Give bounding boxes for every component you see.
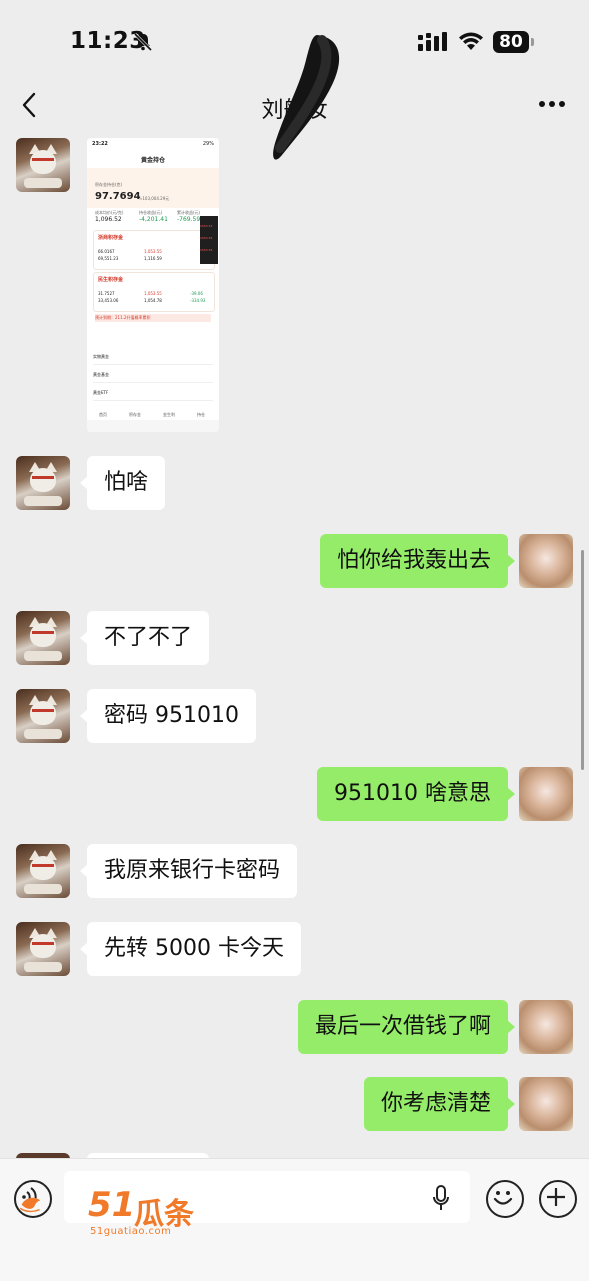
shot-bank1-name: 浙商积存金 xyxy=(98,235,124,241)
outgoing-message[interactable]: 最后一次借钱了啊 xyxy=(297,1000,516,1054)
shot-row-etf: 黄金ETF xyxy=(93,386,213,401)
shot-warning: 预计到期：211.2升值概率累积 xyxy=(95,314,211,322)
my-avatar[interactable] xyxy=(519,534,573,588)
watermark-logo-icon xyxy=(19,1197,41,1213)
shot-bank2-acc: -334.93 xyxy=(190,298,206,303)
contact-avatar[interactable] xyxy=(16,689,70,743)
shot-title: 黄金持仓 xyxy=(140,157,165,164)
shot-popup-price-3: 1053.55 xyxy=(200,248,213,252)
battery-tip xyxy=(531,38,534,46)
shot-popup-price-2: 1053.55 xyxy=(200,236,213,240)
shot-bank2-pnl: -39.06 xyxy=(190,291,203,296)
incoming-message[interactable]: 不了不了 xyxy=(79,611,210,665)
shot-bank2-price: 1,053.55 xyxy=(144,291,162,296)
shot-row-fund: 黄金基金 xyxy=(93,368,213,383)
shot-tab-jicunjin: 积存金 xyxy=(129,412,141,417)
shot-bank1-cost: 1,116.59 xyxy=(144,256,162,261)
shot-popup-price-1: 1053.53 xyxy=(200,224,213,228)
contact-avatar[interactable] xyxy=(16,611,70,665)
wifi-icon xyxy=(459,32,483,50)
shot-bank2-amt: 33,453.06 xyxy=(98,298,119,303)
shot-pnl-value: -4,201.41 xyxy=(139,216,168,223)
shot-bank2-cost: 1,054.78 xyxy=(144,298,162,303)
plus-icon xyxy=(547,1188,565,1206)
shot-tab-jinshengli: 金生利 xyxy=(163,412,175,417)
outgoing-message[interactable]: 951010 啥意思 xyxy=(317,767,515,821)
shot-bank1-amt: 69,551.23 xyxy=(98,256,119,261)
mute-bell-icon xyxy=(133,32,153,52)
shot-holdings-value: 97.7694 xyxy=(95,191,141,202)
shot-bank2-name: 民生积存金 xyxy=(98,277,124,283)
more-options-icon[interactable] xyxy=(537,98,567,110)
incoming-message[interactable]: 怕啥 xyxy=(79,456,166,510)
shot-status-time: 23:22 xyxy=(92,141,108,147)
emoji-button[interactable] xyxy=(486,1180,524,1218)
microphone-icon[interactable] xyxy=(433,1185,449,1211)
shot-bank1-qty: 66.0167 xyxy=(98,249,115,254)
image-message-screenshot[interactable]: 23:22 29% 黄金持仓 积存金持仓(克) 97.7694 ≈103,004… xyxy=(87,138,219,432)
contact-avatar[interactable] xyxy=(16,138,70,192)
incoming-message[interactable]: 先转 5000 卡今天 xyxy=(80,922,301,976)
shot-cost-value: 1,096.52 xyxy=(95,216,122,223)
shot-bank1-price: 1,053.55 xyxy=(144,249,162,254)
shot-acc-value: -769.59 xyxy=(177,216,201,223)
incoming-message[interactable]: 我原来银行卡密码 xyxy=(79,844,298,898)
battery-indicator: 80 xyxy=(493,31,529,53)
incoming-message[interactable]: 密码 951010 xyxy=(80,689,256,743)
contact-avatar[interactable] xyxy=(16,844,70,898)
shot-tab-home: 首页 xyxy=(99,412,107,417)
contact-avatar[interactable] xyxy=(16,456,70,510)
shot-price-popup: 1053.53 1053.55 1053.55 xyxy=(200,216,218,264)
contact-avatar[interactable] xyxy=(16,922,70,976)
shot-row-physical: 实物黄金 xyxy=(93,350,213,365)
watermark-url: 51guatiao.com xyxy=(90,1226,172,1237)
shot-status-battery: 29% xyxy=(202,141,214,147)
outgoing-message[interactable]: 你考虑清楚 xyxy=(363,1077,516,1131)
shot-system-navbar xyxy=(87,420,219,432)
my-avatar[interactable] xyxy=(519,1077,573,1131)
my-avatar[interactable] xyxy=(519,767,573,821)
shot-header-bg xyxy=(87,168,219,208)
shot-tab-holdings: 持仓 xyxy=(197,412,205,417)
shot-bank2-qty: 31.7527 xyxy=(98,291,115,296)
cellular-signal-icon xyxy=(418,32,447,51)
shot-bank1-card: 浙商积存金 66.0167 69,551.23 1,053.55 1,116.5… xyxy=(93,230,215,270)
my-avatar[interactable] xyxy=(519,1000,573,1054)
watermark-number: 51 xyxy=(88,1185,136,1225)
outgoing-message[interactable]: 怕你给我轰出去 xyxy=(319,534,516,588)
smiley-icon xyxy=(493,1191,513,1205)
shot-holdings-sub: ≈103,004.29元 xyxy=(139,196,170,201)
shot-bank2-card: 民生积存金 31.7527 33,453.06 1,053.55 1,054.7… xyxy=(93,272,215,312)
chat-scrollbar[interactable] xyxy=(581,550,584,770)
redaction-scribble xyxy=(273,35,340,160)
more-actions-button[interactable] xyxy=(539,1180,577,1218)
shot-holdings-label: 积存金持仓(克) xyxy=(95,182,123,187)
